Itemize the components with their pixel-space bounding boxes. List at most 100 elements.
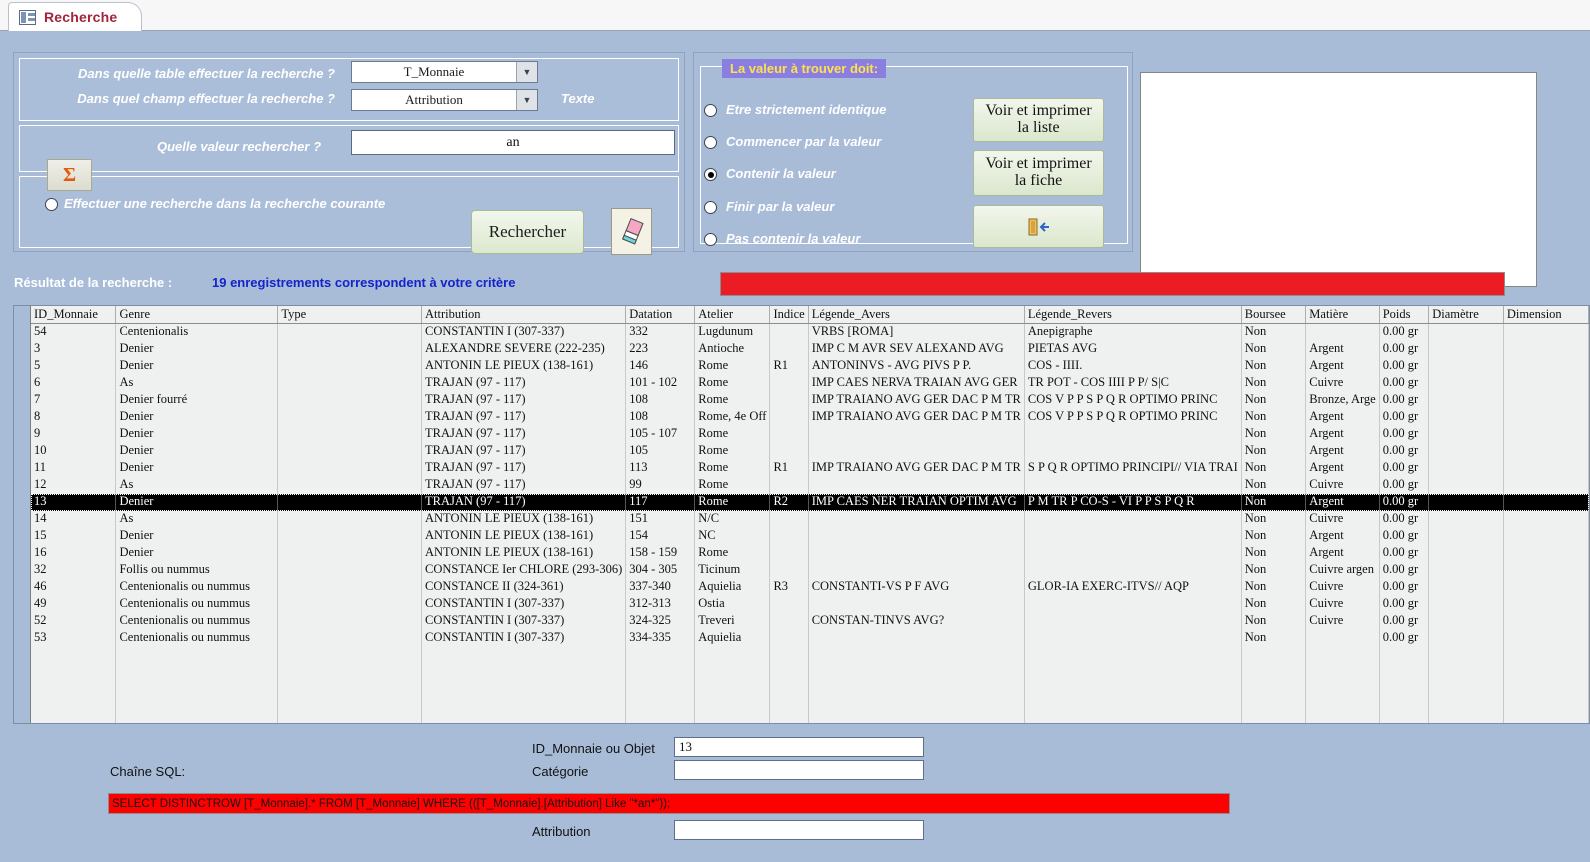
mode-radio-finir[interactable]: [704, 201, 717, 214]
table-cell[interactable]: ANTONIN LE PIEUX (138-161): [421, 527, 627, 545]
table-cell[interactable]: [1428, 408, 1504, 426]
table-cell[interactable]: 0.00 gr: [1379, 629, 1430, 647]
table-cell[interactable]: CONSTANTI-VS P F AVG: [808, 578, 1025, 596]
table-cell[interactable]: [1024, 425, 1242, 443]
table-cell[interactable]: [769, 323, 809, 341]
table-cell[interactable]: TRAJAN (97 - 117): [421, 459, 627, 477]
table-cell[interactable]: [1503, 408, 1589, 426]
table-cell[interactable]: 7: [31, 391, 117, 409]
table-cell[interactable]: Denier: [115, 527, 279, 545]
table-cell[interactable]: Denier: [115, 357, 279, 375]
table-cell[interactable]: 0.00 gr: [1379, 323, 1430, 341]
table-cell[interactable]: [769, 629, 809, 647]
table-row[interactable]: 11 Denier TRAJAN (97 - 117) 113 Rome R1 IMP TR…: [31, 459, 1589, 477]
table-cell[interactable]: [1428, 510, 1504, 528]
table-cell[interactable]: [1428, 544, 1504, 562]
table-cell[interactable]: [1503, 425, 1589, 443]
table-cell[interactable]: As: [115, 476, 279, 494]
table-row[interactable]: 32 Follis ou nummus CONSTANCE Ier CHLORE (…: [31, 561, 1589, 579]
table-cell[interactable]: [277, 510, 422, 528]
table-cell[interactable]: TRAJAN (97 - 117): [421, 425, 627, 443]
col-header-matiere[interactable]: Matière: [1305, 306, 1380, 324]
table-cell[interactable]: Denier: [115, 340, 279, 358]
table-cell[interactable]: [769, 510, 809, 528]
table-cell[interactable]: 0.00 gr: [1379, 340, 1430, 358]
table-cell[interactable]: Bronze, Arge: [1305, 391, 1380, 409]
table-cell[interactable]: [1024, 442, 1242, 460]
table-cell[interactable]: [1428, 357, 1504, 375]
col-header-legende-revers[interactable]: Légende_Revers: [1024, 306, 1242, 324]
table-cell[interactable]: TRAJAN (97 - 117): [421, 374, 627, 392]
table-cell[interactable]: 0.00 gr: [1379, 561, 1430, 579]
table-cell[interactable]: Non: [1241, 595, 1307, 613]
table-cell[interactable]: [769, 595, 809, 613]
table-cell[interactable]: 14: [31, 510, 117, 528]
table-cell[interactable]: CONSTANTIN I (307-337): [421, 595, 627, 613]
table-cell[interactable]: [1024, 595, 1242, 613]
table-cell[interactable]: COS V P P S P Q R OPTIMO PRINC: [1024, 408, 1242, 426]
table-cell[interactable]: [1503, 340, 1589, 358]
table-cell[interactable]: Cuivre: [1305, 595, 1380, 613]
table-cell[interactable]: [277, 595, 422, 613]
table-cell[interactable]: 6: [31, 374, 117, 392]
table-cell[interactable]: N/C: [694, 510, 771, 528]
table-cell[interactable]: [1428, 595, 1504, 613]
table-cell[interactable]: ANTONIN LE PIEUX (138-161): [421, 510, 627, 528]
table-cell[interactable]: [277, 425, 422, 443]
table-cell[interactable]: Denier: [115, 425, 279, 443]
table-cell[interactable]: CONSTANCE Ier CHLORE (293-306): [421, 561, 627, 579]
table-cell[interactable]: [1503, 323, 1589, 341]
table-cell[interactable]: IMP TRAIANO AVG GER DAC P M TR: [808, 408, 1025, 426]
table-cell[interactable]: [277, 476, 422, 494]
table-cell[interactable]: [1503, 595, 1589, 613]
table-cell[interactable]: CONSTANTIN I (307-337): [421, 629, 627, 647]
table-cell[interactable]: TRAJAN (97 - 117): [421, 391, 627, 409]
table-cell[interactable]: Non: [1241, 408, 1307, 426]
table-row[interactable]: 52 Centenionalis ou nummus CONSTANTIN I (3…: [31, 612, 1589, 630]
table-cell[interactable]: [1503, 374, 1589, 392]
col-header-indice[interactable]: Indice: [769, 306, 809, 324]
col-header-dimension[interactable]: Dimension: [1503, 306, 1589, 324]
table-cell[interactable]: [1428, 476, 1504, 494]
table-cell[interactable]: Argent: [1305, 357, 1380, 375]
table-cell[interactable]: [1428, 561, 1504, 579]
table-cell[interactable]: [1428, 374, 1504, 392]
table-cell[interactable]: As: [115, 510, 279, 528]
print-record-button[interactable]: Voir et imprimer la fiche: [973, 150, 1104, 196]
record-selector-column[interactable]: [14, 306, 31, 723]
table-cell[interactable]: P M TR P CO-S - VI P P S P Q R: [1024, 493, 1242, 511]
table-cell[interactable]: [1428, 391, 1504, 409]
table-cell[interactable]: [1503, 442, 1589, 460]
results-datasheet[interactable]: ID_Monnaie Genre Type Attribution Datati…: [13, 305, 1590, 724]
table-row[interactable]: 7 Denier fourré TRAJAN (97 - 117) 108 Rome IM…: [31, 391, 1589, 409]
table-cell[interactable]: [277, 340, 422, 358]
table-cell[interactable]: 0.00 gr: [1379, 425, 1430, 443]
table-cell[interactable]: Lugdunum: [694, 323, 771, 341]
search-value-input[interactable]: an: [351, 130, 675, 155]
table-cell[interactable]: Cuivre: [1305, 374, 1380, 392]
table-cell[interactable]: [277, 357, 422, 375]
table-cell[interactable]: [277, 374, 422, 392]
table-cell[interactable]: Denier: [115, 442, 279, 460]
table-cell[interactable]: [808, 510, 1025, 528]
col-header-legende-avers[interactable]: Légende_Avers: [808, 306, 1025, 324]
table-cell[interactable]: [769, 612, 809, 630]
table-row[interactable]: 14 As ANTONIN LE PIEUX (138-161) 151 N/C Non C…: [31, 510, 1589, 528]
table-cell[interactable]: [1503, 493, 1589, 511]
table-cell[interactable]: Centenionalis ou nummus: [115, 578, 279, 596]
clear-button[interactable]: [611, 208, 652, 255]
table-cell[interactable]: TRAJAN (97 - 117): [421, 442, 627, 460]
table-cell[interactable]: Centenionalis ou nummus: [115, 629, 279, 647]
table-cell[interactable]: 0.00 gr: [1379, 544, 1430, 562]
table-cell[interactable]: 16: [31, 544, 117, 562]
table-cell[interactable]: 0.00 gr: [1379, 510, 1430, 528]
table-cell[interactable]: 0.00 gr: [1379, 391, 1430, 409]
table-cell[interactable]: 10: [31, 442, 117, 460]
categorie-input[interactable]: [674, 760, 924, 780]
table-cell[interactable]: IMP TRAIANO AVG GER DAC P M TR: [808, 391, 1025, 409]
table-cell[interactable]: [277, 544, 422, 562]
table-row[interactable]: 54 Centenionalis CONSTANTIN I (307-337) 332…: [31, 323, 1589, 341]
table-cell[interactable]: [277, 442, 422, 460]
table-cell[interactable]: Non: [1241, 459, 1307, 477]
table-cell[interactable]: COS V P P S P Q R OPTIMO PRINC: [1024, 391, 1242, 409]
